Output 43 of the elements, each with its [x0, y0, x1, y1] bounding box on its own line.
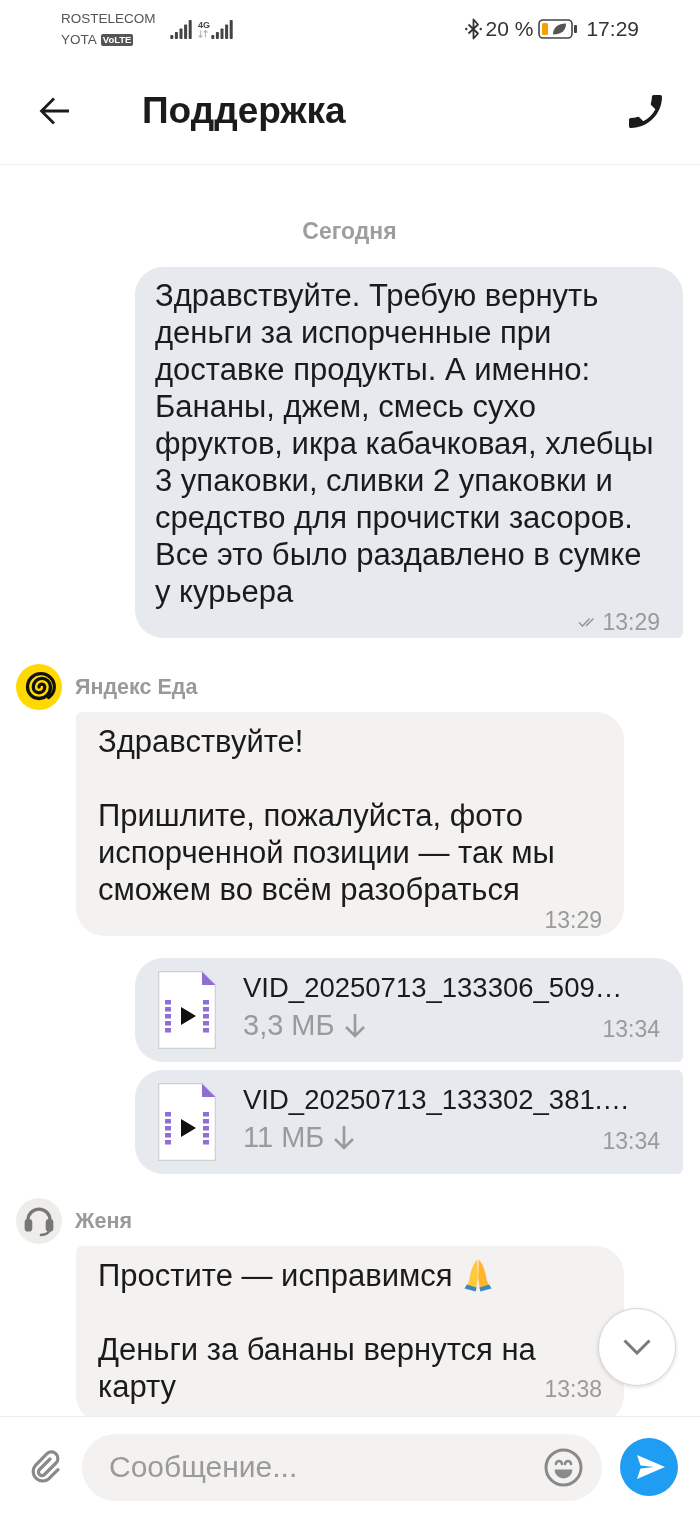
file-name[interactable]: VID_20250713_133302_381.… [243, 1083, 660, 1117]
battery-percent: 20 % [485, 16, 534, 42]
message-text: Пришлите, пожалуйста, фото испорченной позиции — так мы сможем во всём разобраться [98, 798, 555, 907]
chevron-down-icon [623, 1339, 651, 1355]
video-file-icon[interactable] [158, 971, 216, 1049]
headset-avatar-icon [16, 1198, 62, 1244]
message-time: 13:38 [544, 1376, 602, 1401]
download-arrow-icon[interactable] [333, 1124, 356, 1150]
arrow-left-icon[interactable] [39, 95, 70, 127]
message-text: Здравствуйте! [98, 724, 304, 759]
message-time: 13:34 [602, 1128, 660, 1154]
send-button[interactable] [620, 1438, 678, 1496]
battery-icon [538, 19, 579, 39]
network-type: 4G [198, 20, 210, 30]
sender-name: Женя [75, 1208, 132, 1234]
file-name[interactable]: VID_20250713_133306_509… [243, 971, 660, 1005]
message-time: 13:29 [544, 908, 602, 932]
bluetooth-icon [464, 18, 482, 40]
page-title: Поддержка [142, 89, 346, 133]
message-text: Деньги за бананы вернутся на карту [98, 1332, 536, 1404]
volte-badge: VoLTE [100, 33, 134, 46]
sender-name: Яндекс Еда [75, 674, 198, 700]
message-text: Простите — исправимся [98, 1258, 453, 1293]
date-label: Сегодня [301, 217, 398, 245]
message-time: 13:34 [602, 1016, 660, 1042]
paper-plane-icon [636, 1454, 666, 1480]
signal-bars-icon [170, 19, 192, 39]
phone-icon[interactable] [629, 94, 662, 128]
paperclip-icon[interactable] [30, 1449, 62, 1485]
smiley-icon[interactable] [544, 1447, 583, 1487]
carrier-name: ROSTELECOM [61, 10, 156, 28]
message-text: Здравствуйте. Требую вернуть деньги за испорченные при доставке продукты. А именно: Бананы, джем, смесь сухо фруктов, икра кабачковая, хлебцы 3 упаковки, сливки 2 упаковки и средство для прочистки засоров. Все это было раздавлено в сумке у курьера [155, 278, 654, 609]
clock-time: 17:29 [586, 16, 639, 42]
download-arrow-icon[interactable] [343, 1012, 366, 1038]
carrier-name: YOTA [61, 31, 97, 49]
video-file-icon[interactable] [158, 1083, 216, 1161]
file-size: 3,3 МБ [243, 1008, 335, 1042]
signal-bars-icon [211, 19, 233, 39]
spiral-logo-icon [16, 664, 62, 710]
data-arrows-icon [198, 30, 208, 38]
message-time: 13:29 [602, 610, 660, 634]
message-input[interactable]: Сообщение... [82, 1433, 602, 1501]
file-size: 11 МБ [243, 1120, 325, 1154]
